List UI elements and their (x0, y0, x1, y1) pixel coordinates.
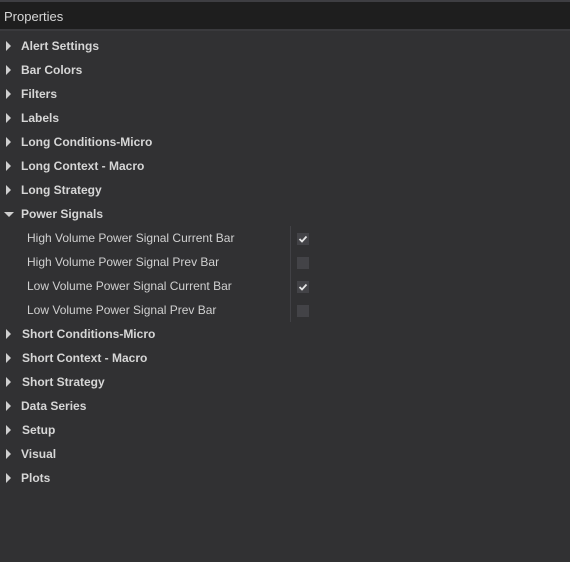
category-long-conditions-micro[interactable]: Long Conditions-Micro (0, 130, 570, 154)
checkmark-icon (298, 283, 308, 291)
category-label: Setup (22, 423, 56, 437)
category-long-context-macro[interactable]: Long Context - Macro (0, 154, 570, 178)
expand-arrow-icon[interactable] (6, 425, 11, 435)
property-label: Low Volume Power Signal Prev Bar (27, 303, 217, 317)
category-label: Labels (21, 111, 60, 125)
category-visual[interactable]: Visual (0, 442, 570, 466)
property-row: High Volume Power Signal Current Bar (0, 226, 570, 250)
property-label: High Volume Power Signal Prev Bar (27, 255, 220, 269)
category-alert-settings[interactable]: Alert Settings (0, 34, 570, 58)
category-label: Filters (21, 87, 58, 101)
expand-arrow-icon[interactable] (6, 113, 11, 123)
category-short-conditions-micro[interactable]: Short Conditions-Micro (0, 322, 570, 346)
category-label: Long Strategy (21, 183, 102, 197)
power-signals-properties: High Volume Power Signal Current Bar Hig… (0, 226, 570, 322)
category-label: Short Context - Macro (22, 351, 148, 365)
property-row: Low Volume Power Signal Prev Bar (0, 298, 570, 322)
category-bar-colors[interactable]: Bar Colors (0, 58, 570, 82)
category-label: Long Conditions-Micro (21, 135, 153, 149)
checkbox-low-volume-current-bar[interactable] (297, 281, 309, 293)
checkbox-high-volume-prev-bar[interactable] (297, 257, 309, 269)
category-label: Short Conditions-Micro (22, 327, 156, 341)
category-label: Long Context - Macro (21, 159, 145, 173)
expand-arrow-icon[interactable] (6, 161, 11, 171)
property-tree: Alert Settings Bar Colors Filters Labels… (0, 34, 570, 490)
expand-arrow-icon[interactable] (6, 377, 11, 387)
category-label: Bar Colors (21, 63, 83, 77)
category-label: Power Signals (21, 207, 104, 221)
category-labels[interactable]: Labels (0, 106, 570, 130)
checkbox-high-volume-current-bar[interactable] (297, 233, 309, 245)
expand-arrow-icon[interactable] (6, 65, 11, 75)
category-data-series[interactable]: Data Series (0, 394, 570, 418)
category-plots[interactable]: Plots (0, 466, 570, 490)
checkbox-low-volume-prev-bar[interactable] (297, 305, 309, 317)
expand-arrow-icon[interactable] (6, 185, 11, 195)
category-short-context-macro[interactable]: Short Context - Macro (0, 346, 570, 370)
property-label: Low Volume Power Signal Current Bar (27, 279, 232, 293)
category-label: Alert Settings (21, 39, 100, 53)
category-label: Visual (21, 447, 57, 461)
category-long-strategy[interactable]: Long Strategy (0, 178, 570, 202)
category-label: Short Strategy (22, 375, 105, 389)
property-label: High Volume Power Signal Current Bar (27, 231, 235, 245)
properties-header: Properties (0, 2, 570, 31)
checkmark-icon (298, 235, 308, 243)
category-setup[interactable]: Setup (0, 418, 570, 442)
expand-arrow-icon[interactable] (6, 89, 11, 99)
panel-title: Properties (4, 9, 64, 24)
property-row: High Volume Power Signal Prev Bar (0, 250, 570, 274)
collapse-arrow-icon[interactable] (4, 212, 14, 217)
category-power-signals[interactable]: Power Signals (0, 202, 570, 226)
category-label: Plots (21, 471, 51, 485)
category-label: Data Series (21, 399, 87, 413)
category-short-strategy[interactable]: Short Strategy (0, 370, 570, 394)
expand-arrow-icon[interactable] (6, 449, 11, 459)
expand-arrow-icon[interactable] (6, 329, 11, 339)
expand-arrow-icon[interactable] (6, 401, 11, 411)
expand-arrow-icon[interactable] (6, 353, 11, 363)
expand-arrow-icon[interactable] (6, 41, 11, 51)
expand-arrow-icon[interactable] (6, 473, 11, 483)
property-row: Low Volume Power Signal Current Bar (0, 274, 570, 298)
expand-arrow-icon[interactable] (6, 137, 11, 147)
category-filters[interactable]: Filters (0, 82, 570, 106)
